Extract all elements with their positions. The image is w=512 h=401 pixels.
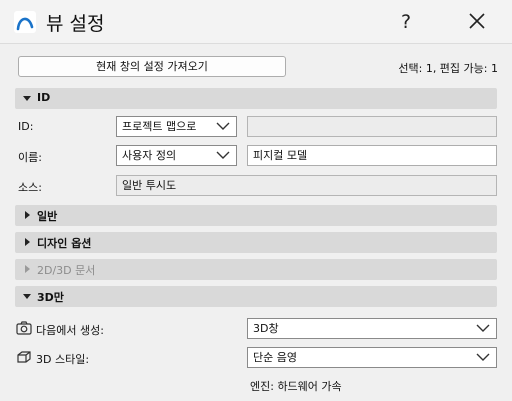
id-label: ID: <box>18 120 34 133</box>
import-settings-button[interactable]: 현재 창의 설정 가져오기 <box>18 56 286 77</box>
section-design-options[interactable]: 디자인 옵션 <box>15 232 497 253</box>
chevron-down-icon <box>476 324 490 332</box>
section-2d3d-docs: 2D/3D 문서 <box>15 259 497 280</box>
triangle-down-icon <box>23 96 31 101</box>
cube-icon <box>17 351 31 363</box>
chevron-down-icon <box>216 122 230 130</box>
generate-from-label: 다음에서 생성: <box>36 324 104 337</box>
chevron-down-icon <box>476 353 490 361</box>
generate-from-dropdown[interactable]: 3D창 <box>247 318 497 339</box>
help-button[interactable]: ? <box>392 8 420 36</box>
name-mode-dropdown[interactable]: 사용자 정의 <box>116 145 237 166</box>
section-id-title: ID <box>37 91 51 104</box>
id-field[interactable] <box>247 116 497 137</box>
title-bar: 뷰 설정 ? <box>0 0 512 44</box>
section-general-title: 일반 <box>37 210 58 223</box>
window-title: 뷰 설정 <box>46 13 105 35</box>
section-3d-only[interactable]: 3D만 <box>15 286 497 307</box>
section-design-options-title: 디자인 옵션 <box>37 237 92 250</box>
triangle-right-icon <box>25 211 30 219</box>
3d-style-value: 단순 음영 <box>253 351 297 364</box>
name-label: 이름: <box>18 151 42 164</box>
id-mode-value: 프로젝트 맵으로 <box>122 120 197 133</box>
name-field[interactable]: 피지컬 모델 <box>247 145 497 166</box>
section-3d-only-title: 3D만 <box>37 291 64 304</box>
source-field: 일반 투시도 <box>116 175 497 196</box>
3d-style-label: 3D 스타일: <box>36 353 90 366</box>
close-icon[interactable] <box>462 8 492 36</box>
chevron-down-icon <box>216 151 230 159</box>
section-2d3d-docs-title: 2D/3D 문서 <box>37 264 96 277</box>
source-label: 소스: <box>18 181 42 194</box>
selection-info: 선택: 1, 편집 가능: 1 <box>398 62 498 75</box>
triangle-down-icon <box>23 294 31 299</box>
section-general[interactable]: 일반 <box>15 205 497 226</box>
id-mode-dropdown[interactable]: 프로젝트 맵으로 <box>116 116 237 137</box>
generate-from-value: 3D창 <box>253 322 279 335</box>
camera-icon <box>16 321 32 335</box>
triangle-right-icon <box>25 265 30 273</box>
archicad-arc-icon <box>14 11 36 33</box>
name-mode-value: 사용자 정의 <box>122 149 177 162</box>
triangle-right-icon <box>25 238 30 246</box>
3d-style-dropdown[interactable]: 단순 음영 <box>247 347 497 368</box>
engine-info: 엔진: 하드웨어 가속 <box>250 380 342 393</box>
section-id[interactable]: ID <box>15 88 497 109</box>
